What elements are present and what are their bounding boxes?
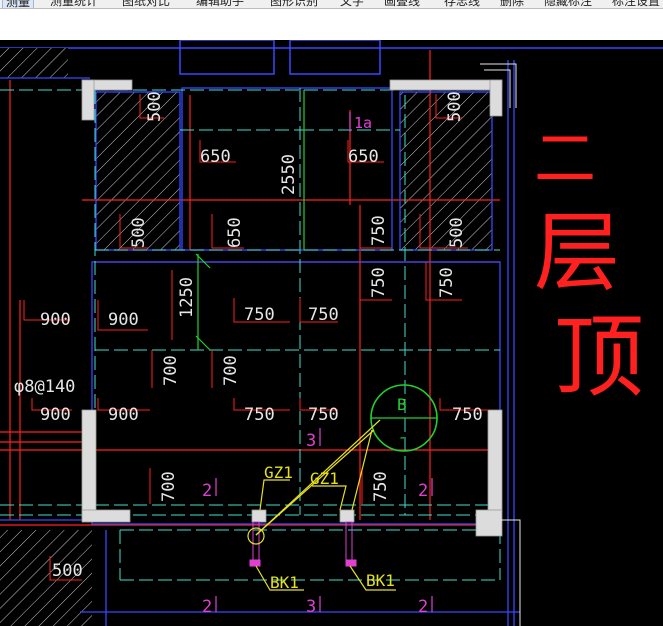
dim-750-d: 750 [244, 305, 275, 325]
hatch-top-left [0, 48, 68, 78]
toolbar-text[interactable]: 文字 [340, 0, 364, 8]
tag-gz1-a: GZ1 [264, 463, 293, 482]
canvas-top-strip [0, 9, 663, 40]
num-2-bottom-1: 2 [202, 597, 212, 617]
tag-bk1-a: BK1 [270, 573, 299, 592]
dim-700-b: 700 [221, 355, 241, 386]
rebar-spec: φ8@140 [14, 377, 75, 397]
bk1-stubs [249, 521, 357, 567]
dim-750-i: 750 [371, 471, 391, 502]
top-dark-structure [0, 40, 663, 75]
dim-750-f: 750 [244, 405, 275, 425]
dim-900-b: 900 [108, 310, 139, 330]
dim-650-a: 650 [200, 147, 231, 167]
axis-bubble-b: B - [370, 384, 438, 452]
toolbar-drawing-compare[interactable]: 图纸对比 [122, 0, 170, 8]
dim-1a: 1a [354, 114, 372, 132]
dim-750-c: 750 [437, 267, 457, 298]
dim-750-b: 750 [369, 267, 389, 298]
dim-500-left: 500 [129, 217, 149, 248]
dim-650-b: 650 [348, 147, 379, 167]
wall-top-right-v [489, 79, 503, 117]
toolbar-store-line[interactable]: 存忠线 [444, 0, 480, 8]
toolbar-hide-annotation[interactable]: 隐藏标注 [544, 0, 592, 8]
dim-500-right: 500 [447, 217, 467, 248]
dim-650-c: 650 [225, 217, 245, 248]
wall-top-left-v [81, 79, 95, 121]
tag-bk1-b: BK1 [366, 571, 395, 590]
dim-750-a: 750 [369, 215, 389, 246]
toolbar-delete[interactable]: 删除 [500, 0, 524, 8]
toolbar-shape-recognition[interactable]: 图形识别 [270, 0, 318, 8]
num-2-bottom-2: 2 [418, 597, 428, 617]
toolbar-edit-assistant[interactable]: 编辑助手 [196, 0, 244, 8]
toolbar-annotation-settings[interactable]: 标注设置 [612, 0, 660, 8]
dim-750-h: 750 [452, 405, 483, 425]
dim-500-bottom-left: 500 [52, 561, 83, 581]
dim-2550: 2550 [279, 154, 299, 195]
dim-900-d: 900 [108, 405, 139, 425]
dim-700-c: 700 [159, 471, 179, 502]
dim-1250: 1250 [177, 277, 197, 318]
axis-label: B [397, 395, 407, 414]
annotation-char-3: 顶 [554, 305, 644, 410]
wall-bottom-left-h [81, 509, 131, 523]
wall-top-right-h [389, 79, 503, 91]
toolbar: 测量 测量统计 图纸对比 编辑助手 图形识别 文字 画叠线 存忠线 删除 隐藏标… [0, 0, 663, 9]
num-2-left: 2 [202, 481, 212, 501]
dim-900-a: 900 [40, 310, 71, 330]
dim-700-a: 700 [161, 355, 181, 386]
dim-500-top-left: 500 [145, 91, 165, 122]
dim-900-c: 900 [40, 405, 71, 425]
tag-gz1-b: GZ1 [310, 469, 339, 488]
annotation-char-1: 二 [534, 122, 596, 195]
annotation-char-2: 层 [534, 203, 620, 303]
dim-750-e: 750 [308, 305, 339, 325]
num-3-bottom: 3 [306, 597, 316, 617]
toolbar-measure[interactable]: 测量 [2, 0, 35, 8]
num-3-mid: 3 [306, 431, 316, 451]
toolbar-measure-stats[interactable]: 测量统计 [50, 0, 98, 8]
hatched-zones [0, 48, 492, 626]
dim-750-g: 750 [308, 405, 339, 425]
toolbar-draw-overlay[interactable]: 画叠线 [384, 0, 420, 8]
wall-left-v [81, 409, 97, 521]
num-2-right: 2 [418, 481, 428, 501]
cad-drawing-canvas[interactable]: B - 500 500 650 2550 1a 650 500 650 750 … [0, 40, 663, 626]
wall-right-v [487, 409, 503, 513]
column-gz1-a [251, 509, 267, 523]
dim-500-top-right: 500 [445, 91, 465, 122]
handwritten-annotation: 二 层 顶 [534, 122, 644, 410]
column-bottom-right [475, 509, 503, 537]
column-gz1-b [339, 509, 355, 523]
axis-sublabel: - [398, 430, 406, 446]
